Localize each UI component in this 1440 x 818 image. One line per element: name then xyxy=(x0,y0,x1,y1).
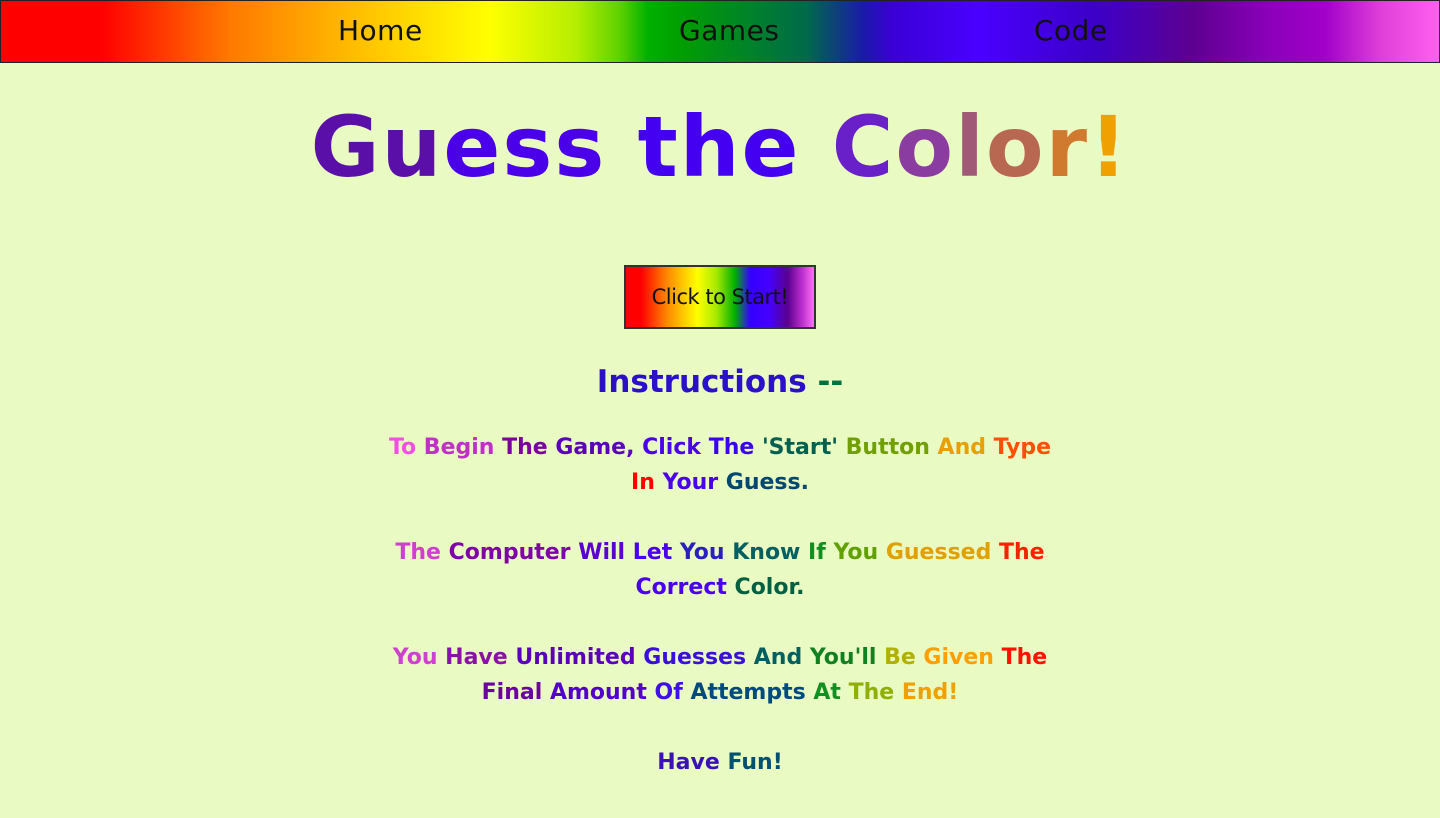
start-button[interactable]: Click to Start! xyxy=(624,265,816,329)
colored-word: Correct xyxy=(635,575,735,600)
colored-word: Guesses xyxy=(643,645,754,670)
colored-word: Game, xyxy=(555,435,643,460)
colored-word: ess xyxy=(443,98,638,196)
colored-word: Guessed xyxy=(885,540,999,565)
colored-word: And xyxy=(937,435,994,460)
colored-word: Your xyxy=(662,470,726,495)
colored-word: You xyxy=(392,645,446,670)
instruction-paragraph-feedback: The Computer Will Let You Know If You Gu… xyxy=(380,535,1060,605)
colored-word: Know xyxy=(732,540,809,565)
colored-word: ! xyxy=(1089,98,1130,196)
colored-word: The xyxy=(708,435,762,460)
colored-word: Of xyxy=(654,680,691,705)
colored-word: Gu xyxy=(310,98,444,196)
colored-word: Unlimited xyxy=(515,645,644,670)
colored-word: Given xyxy=(923,645,1002,670)
colored-word: Type xyxy=(993,435,1052,460)
colored-word: To xyxy=(388,435,424,460)
nav-link-home[interactable]: Home xyxy=(338,14,423,47)
colored-word: C xyxy=(831,98,896,196)
colored-word: the xyxy=(637,98,832,196)
colored-word: r xyxy=(1045,98,1090,196)
page-title: Guess the Color! xyxy=(0,92,1440,202)
colored-word: 'Start' xyxy=(761,435,846,460)
navbar: Home Games Code xyxy=(0,0,1440,63)
colored-word: The xyxy=(999,540,1045,565)
colored-word: You xyxy=(679,540,733,565)
colored-word: Instructions xyxy=(596,364,818,400)
colored-word: And xyxy=(753,645,810,670)
colored-word: The xyxy=(395,540,449,565)
nav-link-code[interactable]: Code xyxy=(1034,14,1108,47)
colored-word: Let xyxy=(632,540,680,565)
colored-word: Begin xyxy=(423,435,503,460)
instructions-heading: Instructions -- xyxy=(0,360,1440,404)
colored-word: Will xyxy=(578,540,633,565)
instruction-paragraph-begin: To Begin The Game, Click The 'Start' But… xyxy=(380,430,1060,500)
colored-word: Attempts xyxy=(690,680,814,705)
colored-word: If xyxy=(808,540,834,565)
colored-word: The xyxy=(848,680,902,705)
colored-word: Be xyxy=(884,645,924,670)
instruction-paragraph-have-fun: Have Fun! xyxy=(380,745,1060,780)
colored-word: Click xyxy=(642,435,709,460)
colored-word: -- xyxy=(817,364,844,400)
colored-word: The xyxy=(1001,645,1048,670)
colored-word: l xyxy=(955,98,986,196)
colored-word: Guess. xyxy=(725,470,809,495)
colored-word: o xyxy=(895,98,956,196)
colored-word: Final xyxy=(481,680,550,705)
colored-word: You'll xyxy=(809,645,885,670)
colored-word: Color. xyxy=(734,575,805,600)
colored-word: Fun! xyxy=(727,750,783,775)
colored-word: Button xyxy=(845,435,938,460)
nav-link-games[interactable]: Games xyxy=(679,14,779,47)
colored-word: Have xyxy=(657,750,728,775)
colored-word: You xyxy=(833,540,886,565)
colored-word: In xyxy=(631,470,663,495)
colored-word: End! xyxy=(901,680,959,705)
colored-word: At xyxy=(813,680,849,705)
colored-word: Computer xyxy=(448,540,579,565)
colored-word: The xyxy=(502,435,556,460)
colored-word: Have xyxy=(445,645,516,670)
instruction-paragraph-guesses: You Have Unlimited Guesses And You'll Be… xyxy=(380,640,1060,710)
colored-word: Amount xyxy=(549,680,655,705)
colored-word: o xyxy=(985,98,1046,196)
